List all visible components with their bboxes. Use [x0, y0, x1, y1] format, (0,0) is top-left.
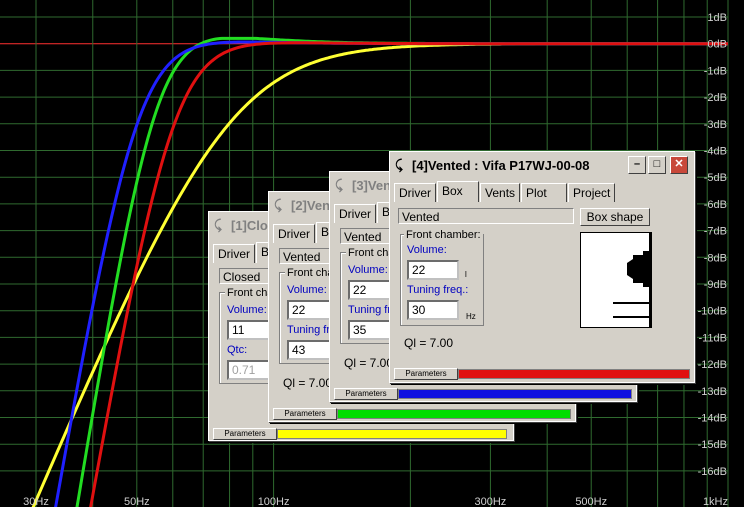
curve-color-bar[interactable] [398, 389, 632, 399]
app-icon: ⤹ [335, 177, 343, 192]
tab-driver[interactable]: Driver [394, 183, 436, 202]
db-tick-label: -6dB [704, 199, 727, 211]
hz-tick-label: 30Hz [23, 496, 49, 507]
tuning-freq-input[interactable]: 30 [407, 300, 459, 320]
ql-value: Ql = 7.00 [283, 376, 333, 390]
db-tick-label: -2dB [704, 92, 727, 104]
db-tick-label: 1dB [707, 12, 727, 24]
close-button[interactable]: ✕ [670, 156, 688, 174]
db-tick-label: -16dB [698, 466, 727, 478]
parameters-button[interactable]: Parameters [394, 368, 458, 380]
curve-color-bar[interactable] [277, 429, 507, 439]
db-tick-label: -11dB [698, 332, 727, 344]
parameters-button[interactable]: Parameters [273, 408, 337, 420]
hz-tick-label: 300Hz [475, 496, 507, 507]
volume-input[interactable]: 22 [407, 260, 459, 280]
db-tick-label: 0dB [707, 39, 727, 51]
volume-label: Volume: [348, 264, 388, 276]
box-window-4[interactable]: ⤹ [4]Vented : Vifa P17WJ-00-08 – □ ✕ Dri… [389, 151, 695, 383]
tab-driver[interactable]: Driver [273, 224, 315, 243]
db-tick-label: -13dB [698, 386, 727, 398]
tab-box[interactable]: Box [437, 181, 479, 202]
app-icon: ⤹ [214, 217, 222, 232]
curve-color-bar[interactable] [458, 369, 690, 379]
hz-tick-label: 1kHz [703, 496, 728, 507]
db-tick-label: -1dB [704, 65, 727, 77]
db-tick-label: -4dB [704, 146, 727, 158]
tab-vents[interactable]: Vents [480, 183, 521, 202]
volume-label: Volume: [227, 304, 267, 316]
minimize-button[interactable]: – [628, 156, 646, 174]
db-tick-label: -3dB [704, 119, 727, 131]
hz-tick-label: 500Hz [575, 496, 607, 507]
db-tick-label: -15dB [698, 439, 727, 451]
volume-unit: l [465, 270, 467, 279]
db-tick-label: -9dB [704, 279, 727, 291]
tab-strip: Driver Box Vents Plot Project [394, 181, 616, 202]
tab-driver[interactable]: Driver [213, 244, 255, 263]
db-tick-label: -7dB [704, 226, 727, 238]
ql-value: Ql = 7.00 [344, 356, 394, 370]
window-titlebar[interactable]: ⤹ [4]Vented : Vifa P17WJ-00-08 – □ ✕ [392, 154, 692, 176]
maximize-button[interactable]: □ [648, 156, 666, 174]
app-icon: ⤹ [274, 197, 282, 212]
db-tick-label: -8dB [704, 252, 727, 264]
parameters-button[interactable]: Parameters [213, 428, 277, 440]
tab-driver[interactable]: Driver [334, 204, 376, 223]
volume-label: Volume: [407, 244, 447, 256]
speaker-box-icon [613, 233, 651, 327]
db-tick-label: -12dB [698, 359, 727, 371]
tuning-freq-label: Tuning freq.: [407, 284, 469, 296]
db-tick-label: -5dB [704, 172, 727, 184]
window-title: [4]Vented : Vifa P17WJ-00-08 [412, 158, 590, 173]
box-shape-preview [580, 232, 652, 328]
box-shape-button[interactable]: Box shape [580, 208, 650, 226]
db-tick-label: -14dB [698, 413, 727, 425]
qtc-label: Qtc: [227, 344, 248, 356]
curve-color-bar[interactable] [337, 409, 571, 419]
parameters-button[interactable]: Parameters [334, 388, 398, 400]
app-icon: ⤹ [395, 157, 403, 172]
volume-label: Volume: [287, 284, 327, 296]
tab-plot[interactable]: Plot [521, 183, 568, 202]
ql-value: Ql = 7.00 [404, 336, 454, 350]
tuning-freq-unit: Hz [466, 312, 476, 321]
hz-tick-label: 100Hz [258, 496, 290, 507]
hz-tick-label: 50Hz [124, 496, 150, 507]
group-label: Front chamber: [404, 229, 483, 241]
box-type-select[interactable]: Vented [398, 208, 574, 224]
tab-project[interactable]: Project [568, 183, 616, 202]
db-tick-label: -10dB [698, 306, 727, 318]
